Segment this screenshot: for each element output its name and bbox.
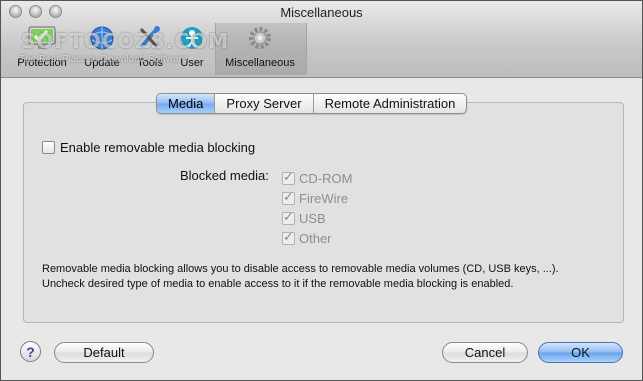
tab-media[interactable]: Media [157, 94, 216, 113]
help-button[interactable]: ? [20, 341, 41, 362]
title-toolbar: Miscellaneous Protection Update Tools Us… [1, 1, 642, 78]
cancel-button[interactable]: Cancel [442, 342, 528, 363]
description-text: Removable media blocking allows you to d… [42, 262, 612, 291]
media-item-firewire: FireWire [282, 188, 352, 208]
firewire-label: FireWire [299, 190, 349, 206]
window-title: Miscellaneous [280, 5, 363, 20]
watermark-text: SOFTOCOZ3.COM [21, 29, 229, 53]
default-button[interactable]: Default [54, 342, 154, 363]
other-label: Other [299, 230, 332, 246]
tab-bar: Media Proxy Server Remote Administration [156, 93, 468, 114]
usb-label: USB [299, 210, 326, 226]
media-settings-panel: Enable removable media blocking Blocked … [23, 102, 624, 323]
tab-proxy-server[interactable]: Proxy Server [215, 94, 314, 113]
enable-blocking-row[interactable]: Enable removable media blocking [42, 140, 255, 155]
description-line-1: Removable media blocking allows you to d… [42, 263, 559, 275]
watermark-subtext: The Best Place to Download Software [19, 54, 188, 65]
media-item-cdrom: CD-ROM [282, 168, 352, 188]
usb-checkbox [282, 210, 295, 225]
description-line-2: Uncheck desired type of media to enable … [42, 277, 514, 290]
blocked-media-list: CD-ROM FireWire USB Other [282, 168, 352, 248]
cdrom-checkbox [282, 170, 295, 185]
gear-icon [249, 27, 271, 49]
enable-blocking-label: Enable removable media blocking [60, 140, 256, 155]
media-item-other: Other [282, 228, 352, 248]
firewire-checkbox [282, 190, 295, 205]
enable-blocking-checkbox[interactable] [42, 141, 55, 154]
media-item-usb: USB [282, 208, 352, 228]
preferences-window: Miscellaneous Protection Update Tools Us… [0, 0, 643, 381]
blocked-media-label: Blocked media: [180, 168, 269, 183]
cdrom-label: CD-ROM [299, 170, 353, 186]
other-checkbox [282, 230, 295, 245]
ok-button[interactable]: OK [538, 342, 623, 363]
tab-remote-administration[interactable]: Remote Administration [314, 94, 467, 113]
